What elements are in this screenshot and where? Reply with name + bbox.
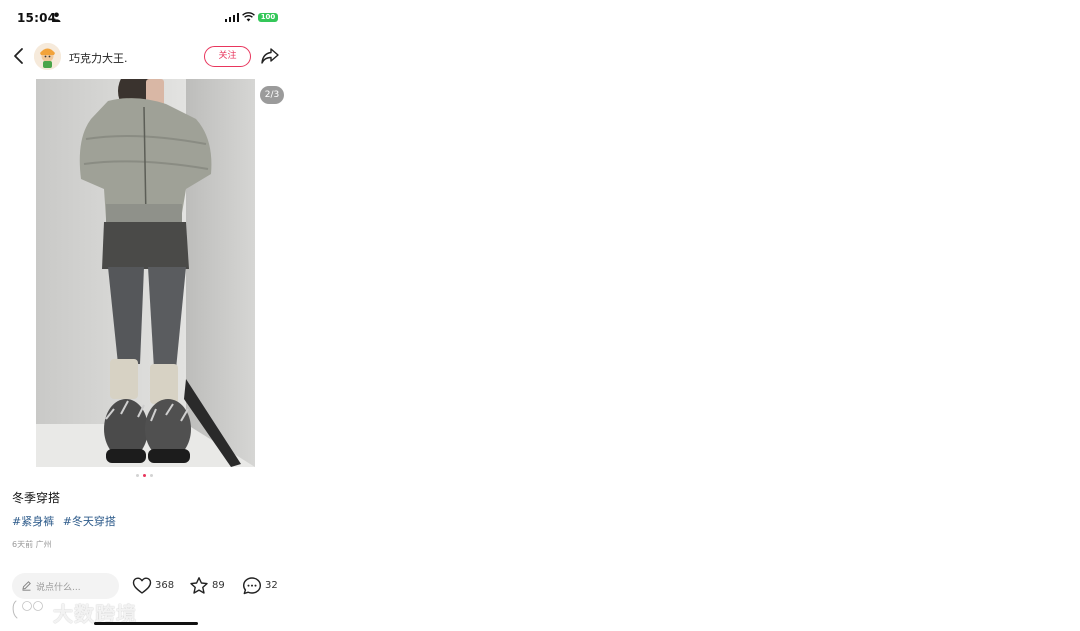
collect-button[interactable]: 89 — [189, 576, 231, 596]
comment-count: 32 — [265, 580, 278, 591]
home-indicator — [94, 622, 198, 625]
back-button[interactable] — [10, 46, 28, 66]
carousel-dots — [136, 474, 156, 478]
back-icon — [14, 48, 23, 64]
post-photo[interactable] — [36, 79, 255, 467]
watermark-logo-icon — [11, 599, 44, 620]
carousel-dot — [150, 474, 153, 477]
tag-list: #紧身裤 #冬天穿搭 — [12, 513, 121, 529]
avatar[interactable] — [34, 43, 61, 70]
collect-count: 89 — [212, 580, 225, 591]
carousel-dot-active — [143, 474, 146, 477]
share-icon — [261, 48, 279, 64]
signal-icon — [225, 13, 239, 22]
tag-link[interactable]: #紧身裤 — [12, 515, 54, 528]
comments-button[interactable]: 32 — [242, 576, 282, 596]
post-meta: 6天前 广州 — [12, 540, 52, 549]
status-time: 15:04 — [17, 11, 57, 25]
like-button[interactable]: 368 — [132, 576, 177, 596]
like-count: 368 — [155, 580, 175, 591]
person-icon — [52, 12, 61, 22]
tag-link[interactable]: #冬天穿搭 — [63, 515, 116, 528]
post-title: 冬季穿搭 — [12, 491, 61, 505]
page-indicator: 2/3 — [260, 86, 284, 104]
watermark: 大数跨境 — [10, 598, 136, 626]
carousel-dot — [136, 474, 139, 477]
heart-icon — [132, 577, 152, 594]
battery-icon: 100 — [258, 13, 278, 22]
wifi-icon — [242, 12, 255, 22]
star-icon — [190, 577, 208, 594]
pencil-icon — [22, 581, 31, 591]
follow-button[interactable]: 关注 — [204, 46, 251, 67]
comment-icon — [243, 577, 261, 595]
comment-placeholder: 说点什么... — [36, 583, 81, 593]
username[interactable]: 巧克力大王. — [69, 50, 128, 66]
share-button[interactable] — [260, 47, 280, 65]
